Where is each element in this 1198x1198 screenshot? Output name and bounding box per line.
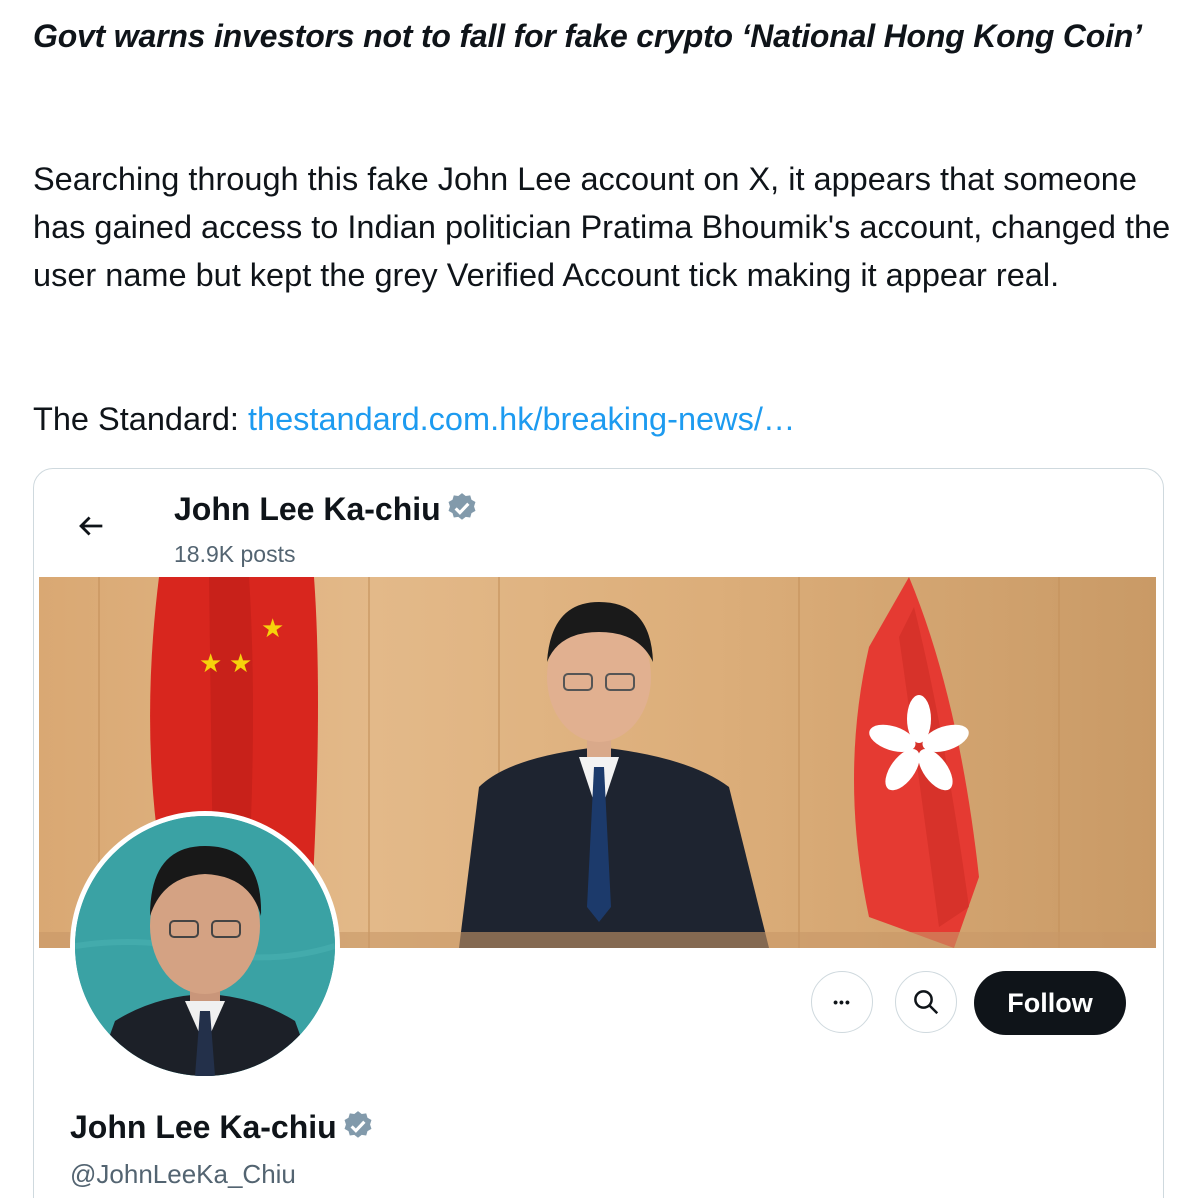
profile-name-text: John Lee Ka-chiu	[70, 1109, 337, 1145]
source-line: The Standard: thestandard.com.hk/breakin…	[33, 395, 1173, 443]
header-display-name: John Lee Ka-chiu	[174, 491, 479, 528]
tweet-body: Govt warns investors not to fall for fak…	[33, 14, 1173, 437]
verified-badge-icon	[344, 1111, 372, 1138]
profile-avatar[interactable]	[70, 811, 340, 1081]
verified-badge-icon	[448, 493, 476, 520]
more-icon: •••	[833, 994, 851, 1010]
profile-screenshot-card[interactable]: John Lee Ka-chiu 18.9K posts ★ ★ ★ ••• F…	[33, 468, 1164, 1198]
svg-text:★: ★	[199, 649, 222, 679]
posts-count: 18.9K posts	[174, 541, 296, 567]
source-link[interactable]: thestandard.com.hk/breaking-news/…	[248, 401, 795, 437]
headline: Govt warns investors not to fall for fak…	[33, 18, 1142, 54]
search-button[interactable]	[895, 971, 957, 1033]
svg-text:★: ★	[261, 614, 284, 644]
search-icon	[914, 990, 939, 1015]
speaker-person	[459, 602, 769, 948]
source-prefix: The Standard:	[33, 401, 248, 437]
tweet-paragraph: Searching through this fake John Lee acc…	[33, 161, 1171, 293]
profile-display-name: John Lee Ka-chiu	[70, 1109, 375, 1146]
hong-kong-flag	[854, 577, 979, 948]
profile-handle: @JohnLeeKa_Chiu	[70, 1159, 296, 1189]
header-name-text: John Lee Ka-chiu	[174, 491, 441, 527]
svg-text:★: ★	[229, 649, 252, 679]
follow-button[interactable]: Follow	[974, 971, 1126, 1035]
more-button[interactable]: •••	[811, 971, 873, 1033]
back-arrow-icon[interactable]	[74, 509, 108, 543]
